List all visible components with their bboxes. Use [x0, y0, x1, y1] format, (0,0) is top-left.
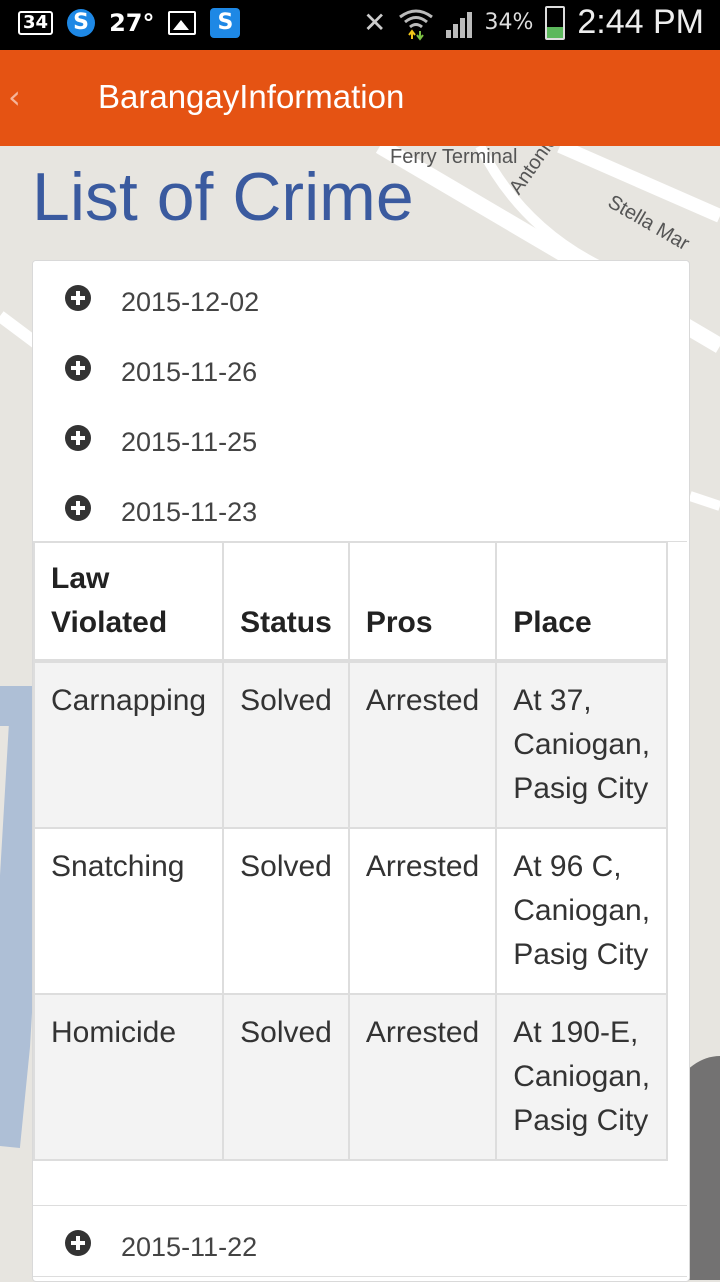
wifi-icon [399, 9, 434, 41]
expand-plus-icon[interactable] [65, 425, 91, 451]
cell-place: At 96 C, Caniogan, Pasig City [495, 827, 669, 995]
cell-status: Solved [222, 993, 350, 1161]
cell-pros: Arrested [347, 660, 498, 829]
table-row: Snatching Solved Arrested At 96 C, Canio… [33, 827, 669, 995]
cell-place: At 37, Caniogan, Pasig City [495, 660, 669, 829]
accordion-date: 2015-11-25 [121, 427, 258, 457]
mute-icon: ✕ [363, 6, 387, 39]
accordion-item-expanded[interactable]: 2015-11-23 [33, 471, 687, 542]
accordion-date: 2015-11-22 [121, 1232, 258, 1262]
cell-law: Snatching [33, 827, 225, 995]
expand-plus-icon[interactable] [65, 355, 91, 381]
expand-plus-icon[interactable] [65, 285, 91, 311]
column-header-place: Place [495, 541, 669, 662]
accordion-item[interactable]: 2015-11-26 [33, 331, 687, 402]
cell-status: Solved [222, 660, 350, 829]
battery-icon [545, 5, 566, 40]
cell-pros: Arrested [347, 827, 498, 995]
page-title: List of Crime [32, 159, 414, 235]
battery-percent: 34% [484, 10, 534, 35]
cell-pros: Arrested [347, 993, 498, 1161]
cell-law: Homicide [33, 993, 225, 1161]
gallery-icon [168, 11, 197, 35]
cell-law: Carnapping [33, 660, 225, 829]
accordion-date: 2015-11-26 [121, 357, 258, 387]
accordion-date: 2015-11-23 [121, 497, 258, 527]
expand-plus-icon[interactable] [65, 495, 91, 521]
expand-plus-icon[interactable] [65, 1230, 91, 1256]
accordion-date: 2015-12-02 [121, 287, 260, 317]
notification-count-icon: 34 [18, 11, 54, 35]
column-header-status: Status [222, 541, 350, 662]
cell-place: At 190-E, Caniogan, Pasig City [495, 993, 669, 1161]
cell-status: Solved [222, 827, 350, 995]
temperature: 27° [109, 9, 155, 37]
accordion-item[interactable]: 2015-12-02 [33, 261, 687, 332]
table-row: Carnapping Solved Arrested At 37, Caniog… [33, 660, 669, 829]
table-row: Homicide Solved Arrested At 190-E, Canio… [33, 993, 669, 1161]
skype-icon: S [210, 8, 241, 38]
back-chevron-icon[interactable]: ‹ [8, 78, 21, 116]
accordion-item[interactable]: 2015-11-25 [33, 401, 687, 472]
column-header-pros: Pros [347, 541, 498, 662]
clock: 2:44 PM [577, 3, 704, 41]
app-title: BarangayInformation [98, 78, 405, 115]
s-app-icon: S [67, 9, 96, 37]
app-bar: ‹ BarangayInformation [0, 50, 720, 146]
crime-table: Law Violated Status Pros Place Carnappin… [33, 541, 669, 1161]
accordion-item[interactable]: 2015-11-22 [33, 1205, 687, 1277]
signal-icon [446, 8, 473, 38]
status-bar: 34 S 27° S ✕ 34% 2:44 PM [0, 0, 720, 50]
crime-list-panel: 2015-12-02 2015-11-26 2015-11-25 2015-11… [32, 260, 690, 1282]
column-header-law: Law Violated [33, 541, 225, 662]
